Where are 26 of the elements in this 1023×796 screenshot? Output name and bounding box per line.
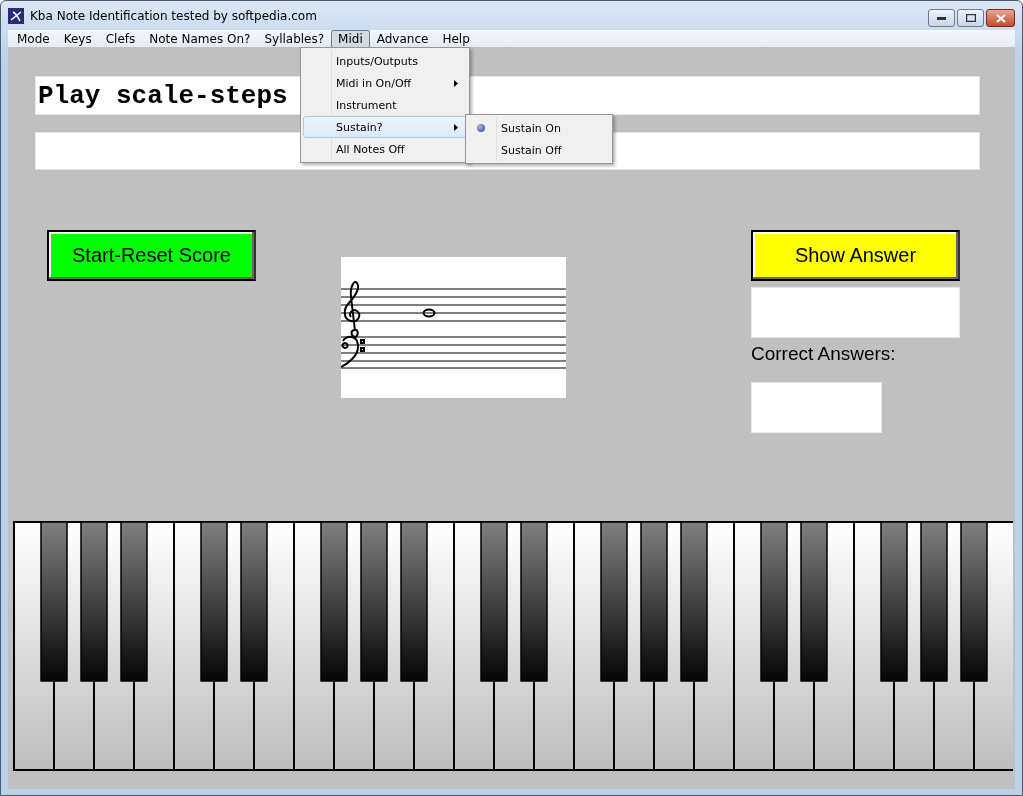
menu-option[interactable]: Sustain Off: [468, 139, 610, 161]
start-reset-button[interactable]: Start-Reset Score: [47, 230, 256, 281]
menu-item[interactable]: Clefs: [98, 29, 143, 48]
menu-item[interactable]: Mode: [10, 29, 57, 48]
menu-option[interactable]: Instrument: [303, 94, 467, 116]
menu-item[interactable]: Note Names On?: [142, 29, 258, 48]
menu-option[interactable]: All Notes Off: [303, 138, 467, 160]
app-icon: [8, 7, 24, 24]
close-icon: [995, 13, 1006, 23]
menu-item[interactable]: Help: [435, 29, 477, 48]
menu-item[interactable]: Syllables?: [257, 29, 332, 48]
minimize-icon: [937, 16, 946, 20]
menu-option[interactable]: Inputs/Outputs: [303, 50, 467, 72]
piano-keyboard-drawing[interactable]: [13, 521, 1013, 772]
maximize-icon: [965, 14, 976, 22]
menu-item[interactable]: Keys: [56, 29, 99, 48]
correct-answers-label: Correct Answers:: [751, 343, 897, 365]
close-button[interactable]: [986, 9, 1015, 27]
menu-item[interactable]: Advance: [369, 29, 436, 48]
window-title: Kba Note Identification tested by softpedia.com: [30, 8, 318, 23]
minimize-button[interactable]: [928, 9, 955, 27]
menu-item[interactable]: Midi: [331, 29, 370, 48]
maximize-button[interactable]: [957, 9, 984, 27]
menu-option[interactable]: Sustain On: [468, 117, 610, 139]
menu-option[interactable]: Sustain?: [303, 116, 467, 138]
show-answer-button[interactable]: Show Answer: [751, 230, 960, 281]
